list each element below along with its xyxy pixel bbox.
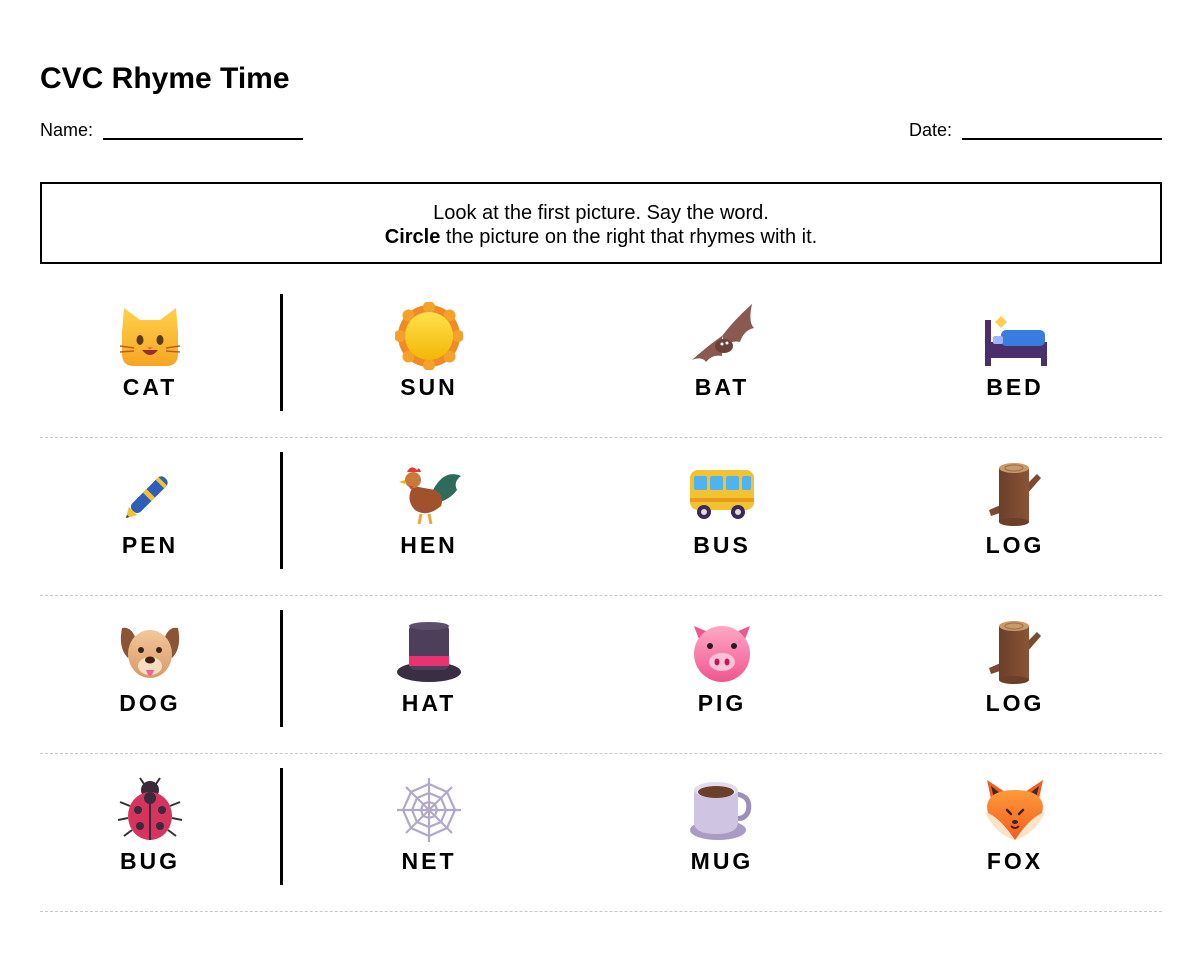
- date-label: Date:: [908, 120, 952, 140]
- dog-face-icon: [116, 618, 184, 686]
- target-picture-cat: CAT: [90, 302, 210, 400]
- exercise-row: DOG HAT PIG LOG: [40, 596, 1162, 754]
- choice-picture-net[interactable]: NET: [369, 776, 489, 874]
- picture-word: BUS: [693, 532, 751, 558]
- picture-word: BUG: [119, 848, 181, 874]
- log-icon: [981, 618, 1049, 686]
- picture-word: SUN: [400, 374, 458, 400]
- instructions-circle-word: Circle: [384, 226, 441, 248]
- pen-icon: [116, 460, 184, 528]
- exercise-row: CAT SUN BAT BED: [40, 280, 1162, 438]
- row-divider-line: [280, 768, 283, 885]
- rooster-icon: [395, 460, 463, 528]
- picture-word: PIG: [697, 690, 747, 716]
- name-write-line[interactable]: [103, 123, 304, 140]
- cat-face-icon: [116, 302, 184, 370]
- row-divider-line: [280, 294, 283, 411]
- choice-picture-bat[interactable]: BAT: [662, 302, 782, 400]
- choice-picture-hat[interactable]: HAT: [369, 618, 489, 716]
- ladybug-icon: [116, 776, 184, 844]
- pig-face-icon: [688, 618, 756, 686]
- date-write-line[interactable]: [962, 123, 1162, 140]
- picture-word: LOG: [985, 532, 1045, 558]
- choice-picture-mug[interactable]: MUG: [662, 776, 782, 874]
- choice-picture-fox[interactable]: FOX: [955, 776, 1075, 874]
- picture-word: LOG: [985, 690, 1045, 716]
- sun-icon: [394, 301, 464, 371]
- spider-web-icon: [395, 776, 463, 844]
- picture-word: FOX: [986, 848, 1044, 874]
- picture-word: BED: [986, 374, 1044, 400]
- bed-icon: [981, 302, 1049, 370]
- instructions-box: Look at the first picture. Say the word.…: [40, 182, 1162, 264]
- choice-picture-log[interactable]: LOG: [955, 618, 1075, 716]
- picture-word: DOG: [119, 690, 181, 716]
- log-icon: [981, 460, 1049, 528]
- choice-picture-sun[interactable]: SUN: [369, 301, 489, 400]
- picture-word: BAT: [694, 374, 750, 400]
- picture-word: PEN: [121, 532, 179, 558]
- instructions-line-1: Look at the first picture. Say the word.: [433, 202, 769, 224]
- row-divider-line: [280, 452, 283, 569]
- target-picture-dog: DOG: [90, 618, 210, 716]
- choice-picture-bed[interactable]: BED: [955, 302, 1075, 400]
- instructions-line-2: Circle the picture on the right that rhy…: [42, 225, 1160, 249]
- picture-word: MUG: [690, 848, 754, 874]
- target-picture-pen: PEN: [90, 460, 210, 558]
- top-hat-icon: [395, 618, 463, 686]
- page-title: CVC Rhyme Time: [40, 62, 290, 95]
- picture-word: CAT: [122, 374, 178, 400]
- exercise-row: PEN HEN BUS LOG: [40, 438, 1162, 596]
- date-field[interactable]: Date:: [909, 120, 1162, 140]
- bat-icon: [688, 302, 756, 370]
- picture-word: HEN: [400, 532, 458, 558]
- target-picture-bug: BUG: [90, 776, 210, 874]
- name-label: Name:: [40, 120, 94, 140]
- instructions-line-2-rest: the picture on the right that rhymes wit…: [440, 226, 818, 248]
- picture-word: NET: [401, 848, 457, 874]
- name-field[interactable]: Name:: [40, 120, 304, 140]
- exercise-rows: CAT SUN BAT BED PEN HEN BUS LOG DOG HAT PIG LOG BUG N…: [40, 280, 1162, 912]
- choice-picture-pig[interactable]: PIG: [662, 618, 782, 716]
- choice-picture-log[interactable]: LOG: [955, 460, 1075, 558]
- bus-icon: [688, 460, 756, 528]
- fox-face-icon: [981, 776, 1049, 844]
- exercise-row: BUG NET MUG FOX: [40, 754, 1162, 912]
- row-divider-line: [280, 610, 283, 727]
- mug-icon: [688, 776, 756, 844]
- picture-word: HAT: [401, 690, 457, 716]
- choice-picture-bus[interactable]: BUS: [662, 460, 782, 558]
- choice-picture-hen[interactable]: HEN: [369, 460, 489, 558]
